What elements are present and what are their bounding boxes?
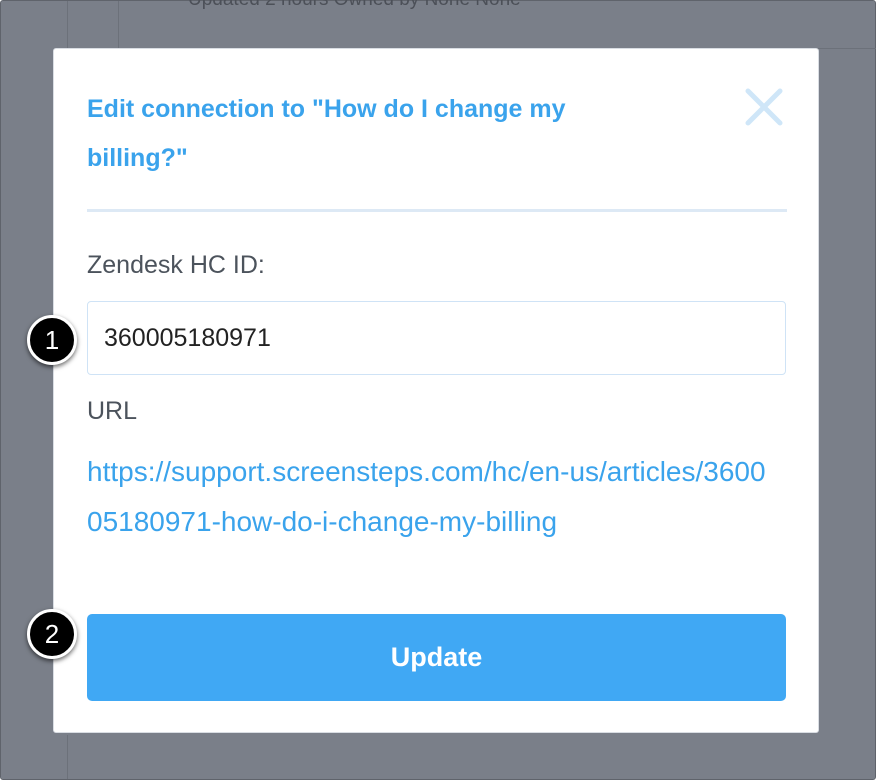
edit-connection-dialog: Edit connection to "How do I change my b…	[53, 48, 819, 733]
url-label: URL	[87, 397, 138, 425]
close-x-icon	[745, 88, 783, 126]
background-page-header: Updated 2 hours Owned by None None	[67, 0, 876, 49]
title-divider	[87, 209, 787, 212]
step-badge-1: 1	[27, 315, 77, 365]
close-button[interactable]	[742, 85, 786, 129]
background-divider	[67, 735, 68, 779]
article-url-link[interactable]: https://support.screensteps.com/hc/en-us…	[87, 447, 767, 547]
step-badge-2: 2	[27, 609, 77, 659]
update-button[interactable]: Update	[87, 614, 786, 701]
background-divider	[118, 1, 119, 49]
dialog-title: Edit connection to "How do I change my b…	[87, 95, 566, 172]
zendesk-id-label: Zendesk HC ID:	[87, 251, 265, 279]
zendesk-id-input[interactable]	[87, 301, 786, 375]
background-page-text: Updated 2 hours Owned by None None	[188, 0, 521, 11]
